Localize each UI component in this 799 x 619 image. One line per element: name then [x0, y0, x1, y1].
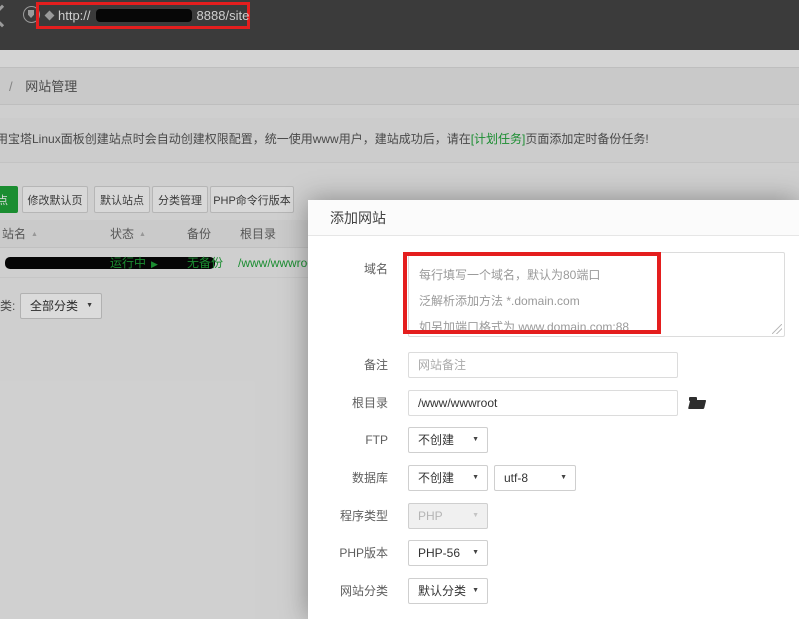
modal-title: 添加网站 — [308, 200, 799, 236]
url-site-info-icon[interactable] — [45, 11, 55, 21]
url-annotation-box: http:// 8888/site — [36, 2, 250, 29]
apptype-select: PHP ▼ — [408, 503, 488, 529]
domain-label: 域名 — [308, 256, 388, 282]
rootdir-input[interactable] — [408, 390, 678, 416]
phpversion-select[interactable]: PHP-56 ▼ — [408, 540, 488, 566]
sitecategory-select[interactable]: 默认分类 ▼ — [408, 578, 488, 604]
charset-select[interactable]: utf-8 ▼ — [494, 465, 576, 491]
phpversion-label: PHP版本 — [308, 540, 388, 566]
ftp-label: FTP — [308, 427, 388, 453]
domain-textarea[interactable]: 每行填写一个域名，默认为80端口 泛解析添加方法 *.domain.com 如另… — [408, 252, 785, 337]
browser-partial-arrow-icon[interactable] — [0, 5, 13, 28]
folder-icon[interactable] — [688, 397, 706, 410]
chevron-down-icon: ▼ — [472, 541, 479, 565]
add-site-modal: 添加网站 域名 每行填写一个域名，默认为80端口 泛解析添加方法 *.domai… — [308, 200, 799, 619]
database-select[interactable]: 不创建 ▼ — [408, 465, 488, 491]
url-prefix[interactable]: http:// — [58, 8, 91, 23]
browser-topbar: http:// 8888/site — [0, 0, 799, 50]
remark-label: 备注 — [308, 352, 388, 378]
chevron-down-icon: ▼ — [472, 466, 479, 490]
resize-handle-icon[interactable] — [772, 324, 782, 334]
url-redaction-bar — [96, 9, 192, 22]
rootdir-label: 根目录 — [308, 390, 388, 416]
chevron-down-icon: ▼ — [472, 504, 479, 528]
url-suffix[interactable]: 8888/site — [197, 8, 250, 23]
chevron-down-icon: ▼ — [472, 579, 479, 603]
screenshot-root: http:// 8888/site / 网站管理 用宝塔Linux面板创建站点时… — [0, 0, 799, 619]
chevron-down-icon: ▼ — [560, 466, 567, 490]
sitecategory-label: 网站分类 — [308, 578, 388, 604]
database-label: 数据库 — [308, 465, 388, 491]
apptype-label: 程序类型 — [308, 503, 388, 529]
chevron-down-icon: ▼ — [472, 428, 479, 452]
ftp-select[interactable]: 不创建 ▼ — [408, 427, 488, 453]
remark-input[interactable] — [408, 352, 678, 378]
